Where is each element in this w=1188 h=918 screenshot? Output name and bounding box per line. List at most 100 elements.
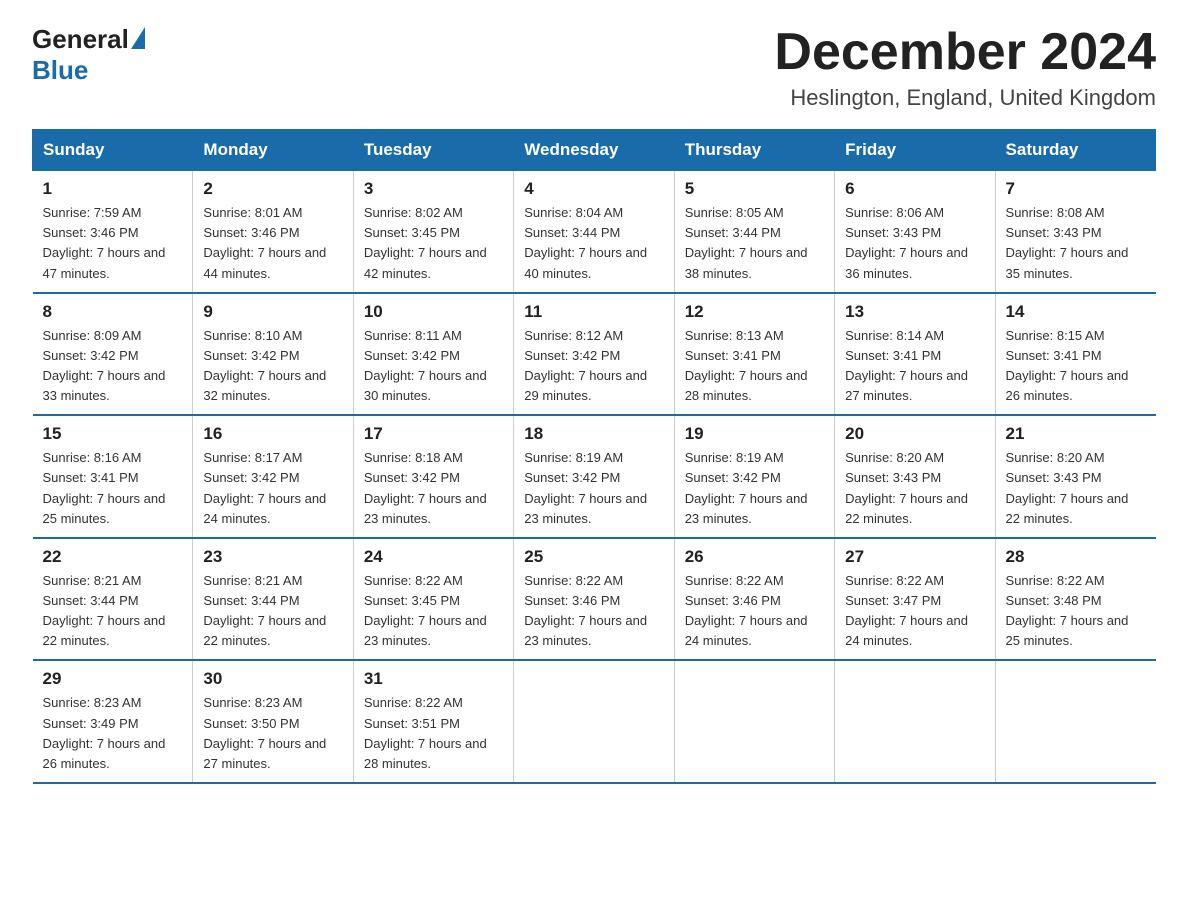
day-cell: 17 Sunrise: 8:18 AMSunset: 3:42 PMDaylig…: [353, 415, 513, 538]
day-cell: 21 Sunrise: 8:20 AMSunset: 3:43 PMDaylig…: [995, 415, 1155, 538]
day-cell: 19 Sunrise: 8:19 AMSunset: 3:42 PMDaylig…: [674, 415, 834, 538]
day-info: Sunrise: 8:12 AMSunset: 3:42 PMDaylight:…: [524, 328, 647, 403]
calendar-table: SundayMondayTuesdayWednesdayThursdayFrid…: [32, 129, 1156, 784]
day-info: Sunrise: 8:14 AMSunset: 3:41 PMDaylight:…: [845, 328, 968, 403]
day-number: 19: [685, 424, 824, 444]
day-info: Sunrise: 8:06 AMSunset: 3:43 PMDaylight:…: [845, 205, 968, 280]
day-info: Sunrise: 8:19 AMSunset: 3:42 PMDaylight:…: [685, 450, 808, 525]
day-number: 13: [845, 302, 984, 322]
day-cell: 28 Sunrise: 8:22 AMSunset: 3:48 PMDaylig…: [995, 538, 1155, 661]
day-number: 14: [1006, 302, 1146, 322]
weekday-header-row: SundayMondayTuesdayWednesdayThursdayFrid…: [33, 130, 1156, 171]
day-info: Sunrise: 8:19 AMSunset: 3:42 PMDaylight:…: [524, 450, 647, 525]
day-cell: 25 Sunrise: 8:22 AMSunset: 3:46 PMDaylig…: [514, 538, 674, 661]
day-cell: 16 Sunrise: 8:17 AMSunset: 3:42 PMDaylig…: [193, 415, 353, 538]
week-row-4: 22 Sunrise: 8:21 AMSunset: 3:44 PMDaylig…: [33, 538, 1156, 661]
day-info: Sunrise: 8:21 AMSunset: 3:44 PMDaylight:…: [43, 573, 166, 648]
day-info: Sunrise: 8:22 AMSunset: 3:46 PMDaylight:…: [524, 573, 647, 648]
weekday-header-tuesday: Tuesday: [353, 130, 513, 171]
day-number: 5: [685, 179, 824, 199]
day-cell: 11 Sunrise: 8:12 AMSunset: 3:42 PMDaylig…: [514, 293, 674, 416]
day-cell: 22 Sunrise: 8:21 AMSunset: 3:44 PMDaylig…: [33, 538, 193, 661]
day-cell: 20 Sunrise: 8:20 AMSunset: 3:43 PMDaylig…: [835, 415, 995, 538]
day-info: Sunrise: 8:16 AMSunset: 3:41 PMDaylight:…: [43, 450, 166, 525]
day-cell: 2 Sunrise: 8:01 AMSunset: 3:46 PMDayligh…: [193, 171, 353, 293]
day-number: 1: [43, 179, 183, 199]
day-cell: 3 Sunrise: 8:02 AMSunset: 3:45 PMDayligh…: [353, 171, 513, 293]
day-number: 20: [845, 424, 984, 444]
day-info: Sunrise: 8:17 AMSunset: 3:42 PMDaylight:…: [203, 450, 326, 525]
day-cell: 6 Sunrise: 8:06 AMSunset: 3:43 PMDayligh…: [835, 171, 995, 293]
day-info: Sunrise: 8:13 AMSunset: 3:41 PMDaylight:…: [685, 328, 808, 403]
title-block: December 2024 Heslington, England, Unite…: [774, 24, 1156, 111]
week-row-5: 29 Sunrise: 8:23 AMSunset: 3:49 PMDaylig…: [33, 660, 1156, 783]
weekday-header-thursday: Thursday: [674, 130, 834, 171]
day-number: 25: [524, 547, 663, 567]
day-info: Sunrise: 8:02 AMSunset: 3:45 PMDaylight:…: [364, 205, 487, 280]
day-cell: 18 Sunrise: 8:19 AMSunset: 3:42 PMDaylig…: [514, 415, 674, 538]
day-number: 30: [203, 669, 342, 689]
day-number: 9: [203, 302, 342, 322]
day-cell: 26 Sunrise: 8:22 AMSunset: 3:46 PMDaylig…: [674, 538, 834, 661]
location-title: Heslington, England, United Kingdom: [774, 85, 1156, 111]
weekday-header-friday: Friday: [835, 130, 995, 171]
day-info: Sunrise: 8:11 AMSunset: 3:42 PMDaylight:…: [364, 328, 487, 403]
day-cell: 23 Sunrise: 8:21 AMSunset: 3:44 PMDaylig…: [193, 538, 353, 661]
day-number: 21: [1006, 424, 1146, 444]
day-info: Sunrise: 8:22 AMSunset: 3:46 PMDaylight:…: [685, 573, 808, 648]
day-info: Sunrise: 8:22 AMSunset: 3:48 PMDaylight:…: [1006, 573, 1129, 648]
day-cell: 27 Sunrise: 8:22 AMSunset: 3:47 PMDaylig…: [835, 538, 995, 661]
day-info: Sunrise: 8:22 AMSunset: 3:51 PMDaylight:…: [364, 695, 487, 770]
day-number: 15: [43, 424, 183, 444]
day-number: 24: [364, 547, 503, 567]
day-number: 12: [685, 302, 824, 322]
logo-triangle-icon: [131, 27, 145, 49]
day-cell: 30 Sunrise: 8:23 AMSunset: 3:50 PMDaylig…: [193, 660, 353, 783]
day-number: 22: [43, 547, 183, 567]
week-row-1: 1 Sunrise: 7:59 AMSunset: 3:46 PMDayligh…: [33, 171, 1156, 293]
day-number: 28: [1006, 547, 1146, 567]
day-cell: 1 Sunrise: 7:59 AMSunset: 3:46 PMDayligh…: [33, 171, 193, 293]
day-number: 26: [685, 547, 824, 567]
day-cell: [995, 660, 1155, 783]
day-number: 4: [524, 179, 663, 199]
day-number: 18: [524, 424, 663, 444]
week-row-2: 8 Sunrise: 8:09 AMSunset: 3:42 PMDayligh…: [33, 293, 1156, 416]
logo-general-text: General: [32, 24, 129, 55]
logo: General Blue: [32, 24, 147, 86]
day-number: 16: [203, 424, 342, 444]
day-cell: 31 Sunrise: 8:22 AMSunset: 3:51 PMDaylig…: [353, 660, 513, 783]
day-number: 23: [203, 547, 342, 567]
logo-blue-text: Blue: [32, 55, 88, 86]
day-number: 7: [1006, 179, 1146, 199]
day-info: Sunrise: 8:15 AMSunset: 3:41 PMDaylight:…: [1006, 328, 1129, 403]
day-number: 11: [524, 302, 663, 322]
day-info: Sunrise: 8:22 AMSunset: 3:45 PMDaylight:…: [364, 573, 487, 648]
day-cell: 24 Sunrise: 8:22 AMSunset: 3:45 PMDaylig…: [353, 538, 513, 661]
page-header: General Blue December 2024 Heslington, E…: [32, 24, 1156, 111]
day-info: Sunrise: 8:04 AMSunset: 3:44 PMDaylight:…: [524, 205, 647, 280]
day-cell: 7 Sunrise: 8:08 AMSunset: 3:43 PMDayligh…: [995, 171, 1155, 293]
day-cell: 8 Sunrise: 8:09 AMSunset: 3:42 PMDayligh…: [33, 293, 193, 416]
day-cell: [514, 660, 674, 783]
day-number: 8: [43, 302, 183, 322]
day-info: Sunrise: 8:23 AMSunset: 3:50 PMDaylight:…: [203, 695, 326, 770]
day-info: Sunrise: 8:09 AMSunset: 3:42 PMDaylight:…: [43, 328, 166, 403]
day-number: 29: [43, 669, 183, 689]
day-info: Sunrise: 8:05 AMSunset: 3:44 PMDaylight:…: [685, 205, 808, 280]
weekday-header-monday: Monday: [193, 130, 353, 171]
day-cell: 4 Sunrise: 8:04 AMSunset: 3:44 PMDayligh…: [514, 171, 674, 293]
day-cell: 12 Sunrise: 8:13 AMSunset: 3:41 PMDaylig…: [674, 293, 834, 416]
day-cell: 5 Sunrise: 8:05 AMSunset: 3:44 PMDayligh…: [674, 171, 834, 293]
day-cell: 15 Sunrise: 8:16 AMSunset: 3:41 PMDaylig…: [33, 415, 193, 538]
weekday-header-sunday: Sunday: [33, 130, 193, 171]
day-number: 6: [845, 179, 984, 199]
weekday-header-saturday: Saturday: [995, 130, 1155, 171]
day-cell: 13 Sunrise: 8:14 AMSunset: 3:41 PMDaylig…: [835, 293, 995, 416]
day-number: 31: [364, 669, 503, 689]
day-cell: 14 Sunrise: 8:15 AMSunset: 3:41 PMDaylig…: [995, 293, 1155, 416]
day-number: 17: [364, 424, 503, 444]
weekday-header-wednesday: Wednesday: [514, 130, 674, 171]
day-info: Sunrise: 8:18 AMSunset: 3:42 PMDaylight:…: [364, 450, 487, 525]
day-cell: 29 Sunrise: 8:23 AMSunset: 3:49 PMDaylig…: [33, 660, 193, 783]
